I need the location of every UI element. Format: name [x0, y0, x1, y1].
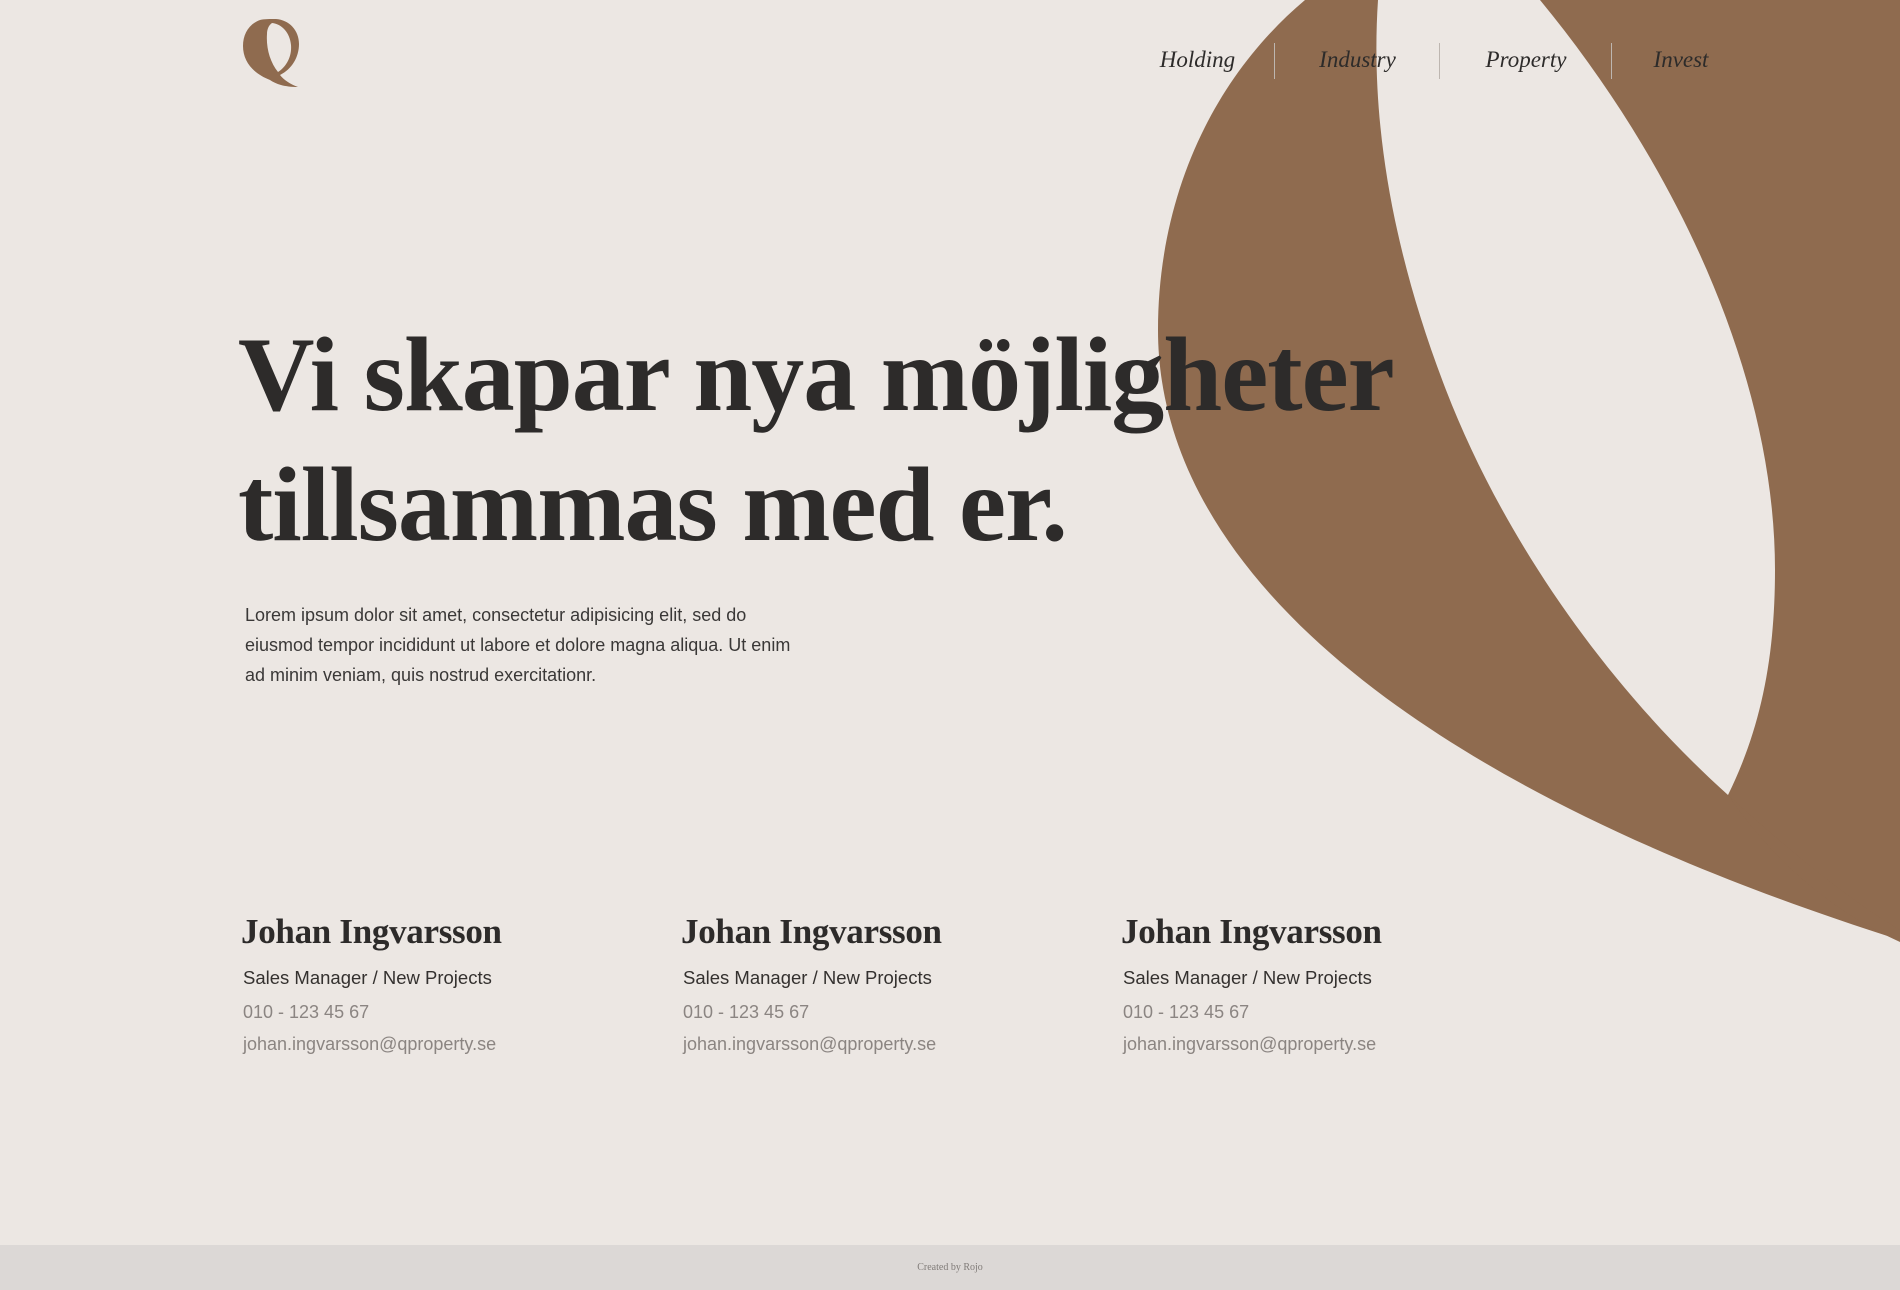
- hero-title: Vi skapar nya möjligheter tillsammas med…: [238, 310, 1488, 570]
- hero-title-line-2: tillsammas med er.: [238, 446, 1068, 563]
- contact-card: Johan Ingvarsson Sales Manager / New Pro…: [241, 910, 683, 1080]
- hero-body-text: Lorem ipsum dolor sit amet, consectetur …: [245, 605, 791, 685]
- contact-card: Johan Ingvarsson Sales Manager / New Pro…: [1121, 910, 1563, 1080]
- contact-name: Johan Ingvarsson: [681, 912, 942, 951]
- nav-item-label: Industry: [1319, 47, 1396, 72]
- contact-role: Sales Manager / New Projects: [243, 967, 492, 988]
- contact-email-link[interactable]: johan.ingvarsson@qproperty.se: [1123, 1032, 1563, 1056]
- page: Holding Industry Property Invest Vi skap…: [0, 0, 1900, 1290]
- main-nav: Holding Industry Property Invest: [1120, 40, 1750, 80]
- contact-phone[interactable]: 010 - 123 45 67: [243, 1000, 683, 1024]
- contact-phone[interactable]: 010 - 123 45 67: [683, 1000, 1123, 1024]
- nav-item-invest[interactable]: Invest: [1612, 40, 1750, 80]
- nav-item-property[interactable]: Property: [1440, 40, 1612, 80]
- footer: Created by Rojo: [0, 1245, 1900, 1290]
- contact-role: Sales Manager / New Projects: [683, 967, 932, 988]
- contacts-section: Johan Ingvarsson Sales Manager / New Pro…: [241, 910, 1603, 1080]
- contact-name: Johan Ingvarsson: [1121, 912, 1382, 951]
- hero-title-line-1: Vi skapar nya möjligheter: [238, 316, 1395, 433]
- contact-email-link[interactable]: johan.ingvarsson@qproperty.se: [683, 1032, 1123, 1056]
- contact-role: Sales Manager / New Projects: [1123, 967, 1372, 988]
- contact-phone[interactable]: 010 - 123 45 67: [1123, 1000, 1563, 1024]
- contact-name: Johan Ingvarsson: [241, 912, 502, 951]
- contact-email-link[interactable]: johan.ingvarsson@qproperty.se: [243, 1032, 683, 1056]
- nav-item-holding[interactable]: Holding: [1120, 40, 1275, 80]
- nav-item-label: Property: [1485, 47, 1567, 72]
- nav-item-industry[interactable]: Industry: [1275, 40, 1440, 80]
- nav-item-label: Holding: [1159, 47, 1236, 72]
- contact-card: Johan Ingvarsson Sales Manager / New Pro…: [681, 910, 1123, 1080]
- nav-item-label: Invest: [1653, 47, 1709, 72]
- q-logo-icon[interactable]: [242, 18, 300, 88]
- footer-credit[interactable]: Created by Rojo: [917, 1262, 983, 1273]
